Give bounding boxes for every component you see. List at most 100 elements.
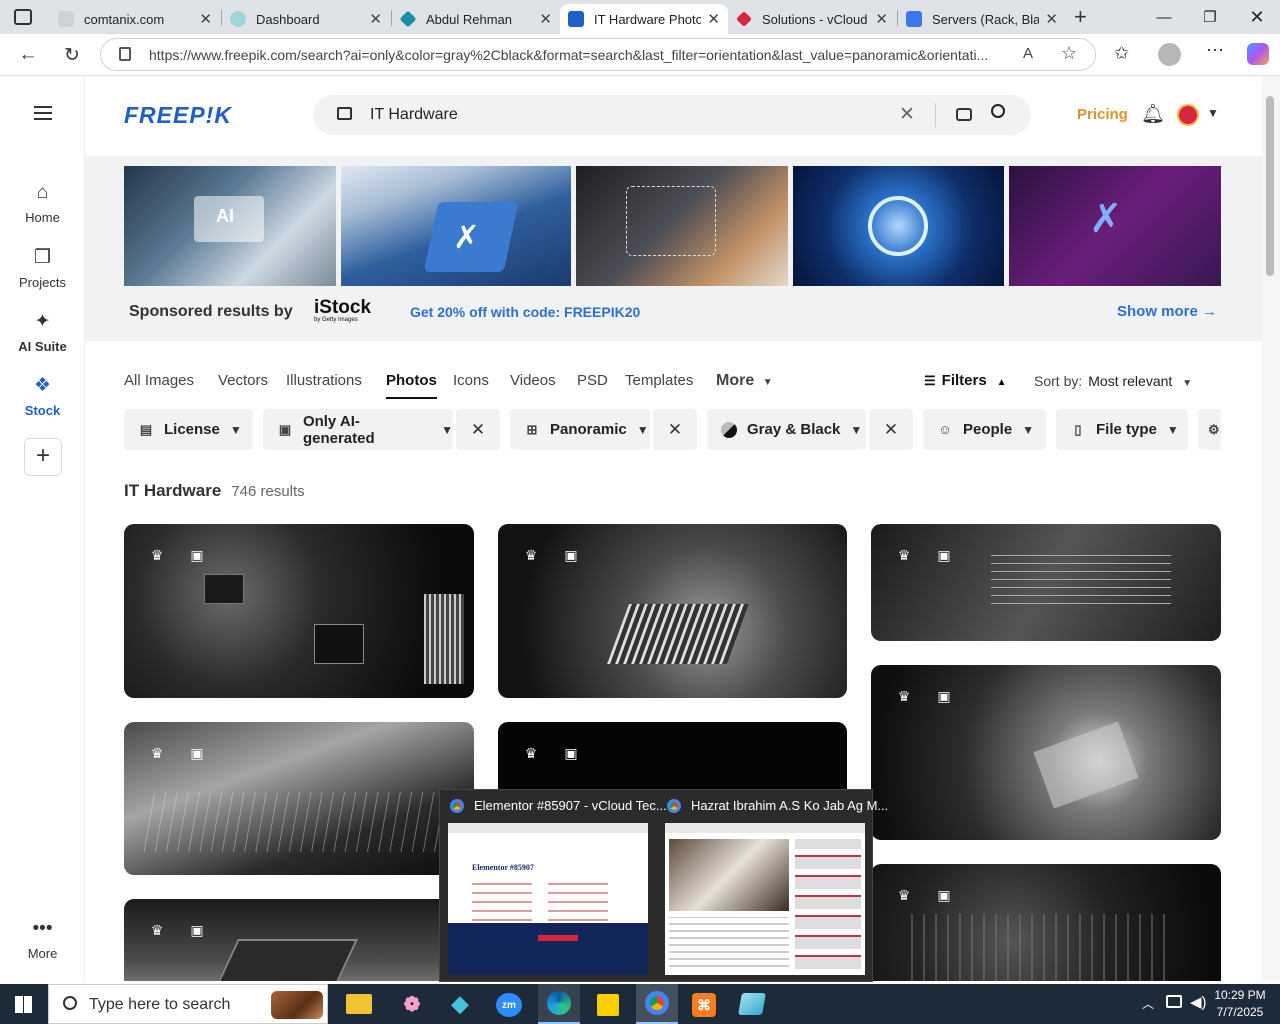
clear-ai-filter-icon[interactable]: ✕ [456, 409, 500, 450]
license-filter[interactable]: ▤ License ▼ [124, 409, 253, 450]
system-clock[interactable]: 10:29 PM 7/7/2025 [1205, 987, 1275, 1021]
preview-window-elementor[interactable]: Elementor #85907 - vCloud Tec... Element… [440, 790, 667, 983]
close-tab-icon[interactable]: ✕ [707, 10, 720, 28]
sponsored-image-hand-tools[interactable]: ✗ [1009, 166, 1221, 286]
ai-generated-filter[interactable]: ▣ Only AI-generated ▼ [263, 409, 453, 450]
close-window-icon[interactable]: ✕ [1234, 0, 1280, 34]
camera-search-icon[interactable] [956, 108, 972, 121]
new-tab-icon[interactable]: + [1074, 4, 1087, 30]
promo-code-link[interactable]: Get 20% off with code: FREEPIK20 [410, 304, 640, 320]
tab-vectors[interactable]: Vectors [218, 372, 268, 389]
nav-stock[interactable]: ❖ Stock [0, 374, 85, 418]
nav-more[interactable]: ••• More [0, 918, 85, 961]
network-icon[interactable] [1166, 995, 1182, 1008]
file-explorer-icon[interactable] [346, 994, 372, 1014]
scrollbar-thumb[interactable] [1266, 96, 1274, 276]
sponsored-image-docs-laptop[interactable] [576, 166, 788, 286]
copilot-icon[interactable] [1247, 43, 1269, 65]
nav-projects[interactable]: ❐ Projects [0, 246, 85, 290]
close-tab-icon[interactable]: ✕ [1045, 10, 1058, 28]
result-image[interactable]: ♛ ▣ [124, 524, 474, 698]
tab-servers[interactable]: Servers (Rack, Blade ✕ [898, 4, 1066, 34]
close-tab-icon[interactable]: ✕ [369, 10, 382, 28]
tab-icons[interactable]: Icons [453, 372, 489, 389]
sponsored-image-circuit-tools[interactable] [793, 166, 1004, 286]
nav-ai-suite[interactable]: ✦ AI Suite [0, 310, 85, 354]
add-icon[interactable]: + [24, 438, 62, 476]
tab-dashboard[interactable]: Dashboard ✕ [222, 4, 390, 34]
filters-button[interactable]: ☰ Filters ▲ [924, 372, 1007, 389]
tab-abdul-rehman[interactable]: Abdul Rehman ✕ [392, 4, 560, 34]
url-field[interactable]: https://www.freepik.com/search?ai=only&c… [100, 38, 1096, 71]
close-tab-icon[interactable]: ✕ [875, 10, 888, 28]
search-bar[interactable]: IT Hardware ✕ [313, 95, 1031, 135]
back-icon[interactable]: ← [13, 41, 43, 69]
nav-home[interactable]: ⌂ Home [0, 182, 85, 225]
clear-color-filter-icon[interactable]: ✕ [869, 409, 913, 450]
paint-icon[interactable]: ❁ [396, 989, 428, 1019]
freepik-header: FREEP!K IT Hardware ✕ Pricing 🔔︎ ▼ [85, 76, 1262, 156]
tab-all-images[interactable]: All Images [124, 372, 194, 389]
show-more-link[interactable]: Show more → [1117, 303, 1217, 320]
search-input[interactable]: IT Hardware [370, 106, 458, 124]
notepad-icon[interactable] [738, 993, 766, 1015]
windows-start-icon[interactable] [15, 996, 32, 1013]
account-chevron-down-icon[interactable]: ▼ [1207, 106, 1219, 120]
file-type-filter[interactable]: ▯ File type ▼ [1056, 409, 1188, 450]
sponsored-image-ai-laptop[interactable]: AI [124, 166, 336, 286]
result-image[interactable]: ♛ ▣ [124, 899, 474, 981]
result-image[interactable]: ♛ ▣ [871, 665, 1221, 840]
sort-dropdown[interactable]: Sort by: Most relevant ▼ [1034, 373, 1192, 389]
minimize-icon[interactable]: — [1141, 0, 1187, 34]
sponsored-image-keyboard-tools[interactable]: ✗ [341, 166, 571, 286]
sticky-notes-icon[interactable] [597, 994, 619, 1016]
close-tab-icon[interactable]: ✕ [199, 10, 212, 28]
orientation-filter[interactable]: ⊞ Panoramic ▼ [510, 409, 650, 450]
more-icon: ••• [32, 918, 53, 939]
close-tab-icon[interactable]: ✕ [539, 10, 552, 28]
edge-icon[interactable] [538, 984, 580, 1024]
favorite-star-icon[interactable]: ☆ [1061, 43, 1077, 64]
site-info-icon[interactable] [119, 47, 131, 61]
show-hidden-icons-icon[interactable]: ︿ [1142, 995, 1154, 1012]
image-type-icon[interactable] [337, 107, 352, 120]
tab-it-hardware[interactable]: IT Hardware Photos ✕ [560, 4, 728, 34]
result-image[interactable]: ♛ ▣ [498, 524, 847, 698]
search-icon[interactable] [991, 104, 1005, 118]
tab-illustrations[interactable]: Illustrations [286, 372, 362, 389]
tab-psd[interactable]: PSD [577, 372, 608, 389]
tab-solutions[interactable]: Solutions - vCloud T ✕ [728, 4, 896, 34]
restore-icon[interactable]: ❐ [1187, 0, 1233, 34]
people-filter[interactable]: ☺ People ▼ [923, 409, 1046, 450]
taskbar-search-box[interactable]: Type here to search [48, 984, 328, 1024]
tab-videos[interactable]: Videos [510, 372, 556, 389]
hamburger-menu-icon[interactable] [34, 106, 52, 120]
clear-orientation-filter-icon[interactable]: ✕ [653, 409, 697, 450]
chrome-taskbar-icon[interactable] [636, 984, 678, 1024]
xampp-icon[interactable]: ⌘ [692, 993, 716, 1017]
notifications-bell-icon[interactable]: 🔔︎ [1141, 102, 1165, 126]
favorites-icon[interactable]: ✩ [1114, 43, 1129, 64]
result-image[interactable]: ♛ ▣ [124, 722, 474, 875]
tab-comtanix[interactable]: comtanix.com ✕ [50, 4, 220, 34]
app-diamond-icon[interactable]: ◆ [444, 989, 476, 1019]
read-aloud-icon[interactable]: A [1023, 45, 1033, 62]
more-filters-chip[interactable]: ⚙ [1198, 409, 1221, 450]
color-filter[interactable]: Gray & Black ▼ [707, 409, 866, 450]
profile-avatar[interactable] [1158, 43, 1181, 66]
clear-search-icon[interactable]: ✕ [899, 103, 915, 126]
result-image[interactable]: ♛ ▣ [871, 524, 1221, 641]
refresh-icon[interactable]: ↻ [57, 41, 87, 69]
user-avatar[interactable] [1177, 104, 1199, 126]
pricing-link[interactable]: Pricing [1077, 106, 1128, 123]
tab-more[interactable]: More ▼ [716, 372, 773, 390]
result-image[interactable]: ♛ ▣ [871, 864, 1221, 981]
freepik-logo[interactable]: FREEP!K [124, 102, 232, 129]
settings-menu-icon[interactable]: ⋯ [1206, 40, 1224, 61]
tab-templates[interactable]: Templates [625, 372, 693, 389]
tab-actions-icon[interactable] [14, 9, 32, 25]
preview-window-youtube[interactable]: Hazrat Ibrahim A.S Ko Jab Ag M... [657, 790, 888, 983]
zoom-icon[interactable]: zm [496, 993, 522, 1017]
tab-photos[interactable]: Photos [386, 372, 437, 399]
istock-logo[interactable]: iStock by Getty Images [314, 297, 371, 323]
